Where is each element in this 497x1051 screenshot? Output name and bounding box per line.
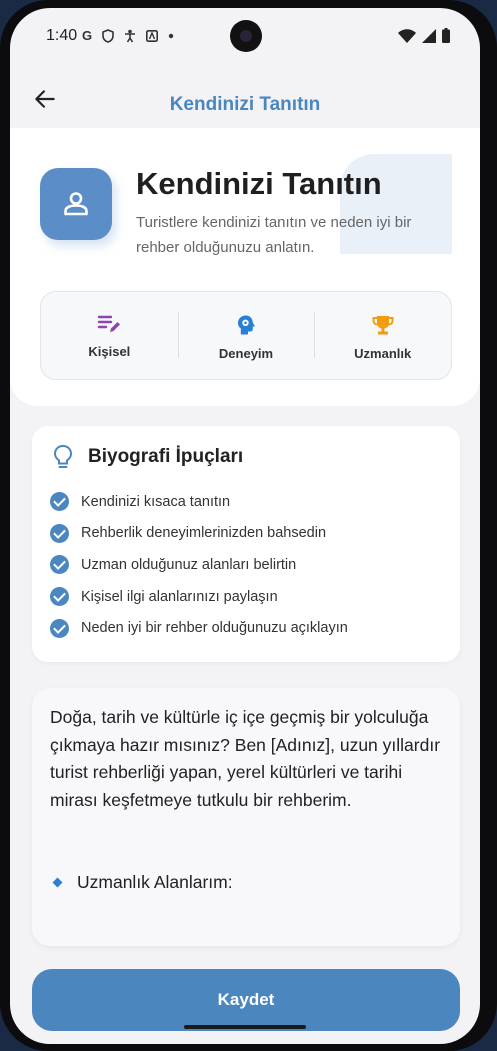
trophy-icon xyxy=(372,316,394,335)
tips-title: Biyografi İpuçları xyxy=(88,446,244,467)
check-circle-icon xyxy=(50,587,69,607)
tab-label: Kişisel xyxy=(88,344,131,359)
status-notification-icons: G xyxy=(82,28,174,43)
screen: 1:40 G Kendinizi Tanıtın Kendinizi Tanıt… xyxy=(10,8,480,1044)
list-item: Kişisel ilgi alanlarınızı paylaşın xyxy=(50,581,348,613)
person-icon xyxy=(64,192,88,216)
app-bar: Kendinizi Tanıtın xyxy=(10,66,480,126)
save-button[interactable]: Kaydet xyxy=(32,969,460,1031)
list-item: Neden iyi bir rehber olduğunuzu açıklayı… xyxy=(50,612,348,644)
font-icon xyxy=(146,29,159,42)
list-item: Rehberlik deneyimlerinizden bahsedin xyxy=(50,518,348,550)
tip-text: Rehberlik deneyimlerinizden bahsedin xyxy=(81,525,327,542)
header-title: Kendinizi Tanıtın xyxy=(136,166,382,201)
google-icon: G xyxy=(82,28,93,43)
page-title: Kendinizi Tanıtın xyxy=(169,94,321,115)
header-subtitle: Turistlere kendinizi tanıtın ve neden iy… xyxy=(136,214,412,256)
tab-deneyim[interactable]: Deneyim xyxy=(177,292,315,379)
category-tabs: Kişisel Deneyim Uzmanlık xyxy=(40,291,452,380)
bio-text[interactable]: Doğa, tarih ve kültürle iç içe geçmiş bi… xyxy=(50,704,445,814)
avatar xyxy=(40,168,112,240)
tab-uzmanlik[interactable]: Uzmanlık xyxy=(314,292,451,379)
dot-icon xyxy=(168,33,174,38)
home-indicator xyxy=(184,1025,306,1029)
blue-diamond-icon xyxy=(52,877,63,888)
list-item: Uzman olduğunuz alanları belirtin xyxy=(50,549,348,581)
check-circle-icon xyxy=(50,523,69,543)
battery-icon xyxy=(442,28,450,43)
tab-kisisel[interactable]: Kişisel xyxy=(41,292,178,379)
bio-section: Uzmanlık Alanlarım: xyxy=(52,872,233,893)
check-circle-icon xyxy=(50,492,69,512)
phone-frame: 1:40 G Kendinizi Tanıtın Kendinizi Tanıt… xyxy=(0,0,497,1051)
signal-icon xyxy=(422,28,436,43)
tips-header: Biyografi İpuçları xyxy=(52,444,243,470)
psychology-icon xyxy=(238,315,255,335)
tip-text: Kendinizi kısaca tanıtın xyxy=(81,493,231,510)
header-card: Kendinizi Tanıtın Turistlere kendinizi t… xyxy=(10,128,480,406)
tips-card: Biyografi İpuçları Kendinizi kısaca tanı… xyxy=(32,426,460,662)
bio-section-label: Uzmanlık Alanlarım: xyxy=(77,872,233,892)
status-bar: 1:40 G xyxy=(10,8,480,62)
edit-note-icon xyxy=(98,315,121,332)
list-item: Kendinizi kısaca tanıtın xyxy=(50,486,348,518)
accessibility-icon xyxy=(125,29,136,42)
shield-icon xyxy=(102,28,114,43)
tip-text: Kişisel ilgi alanlarınızı paylaşın xyxy=(81,588,278,605)
status-time: 1:40 xyxy=(46,27,78,44)
wifi-icon xyxy=(398,28,416,43)
front-camera xyxy=(230,20,262,52)
tips-list: Kendinizi kısaca tanıtın Rehberlik deney… xyxy=(50,486,348,644)
tip-text: Neden iyi bir rehber olduğunuzu açıklayı… xyxy=(81,620,348,637)
check-circle-icon xyxy=(50,555,69,575)
tip-text: Uzman olduğunuz alanları belirtin xyxy=(81,556,297,573)
tab-label: Uzmanlık xyxy=(354,346,412,361)
check-circle-icon xyxy=(50,618,69,638)
tab-label: Deneyim xyxy=(218,346,274,361)
lightbulb-icon xyxy=(53,444,73,468)
status-system-icons xyxy=(398,28,450,43)
bio-input[interactable]: Doğa, tarih ve kültürle iç içe geçmiş bi… xyxy=(32,688,460,946)
